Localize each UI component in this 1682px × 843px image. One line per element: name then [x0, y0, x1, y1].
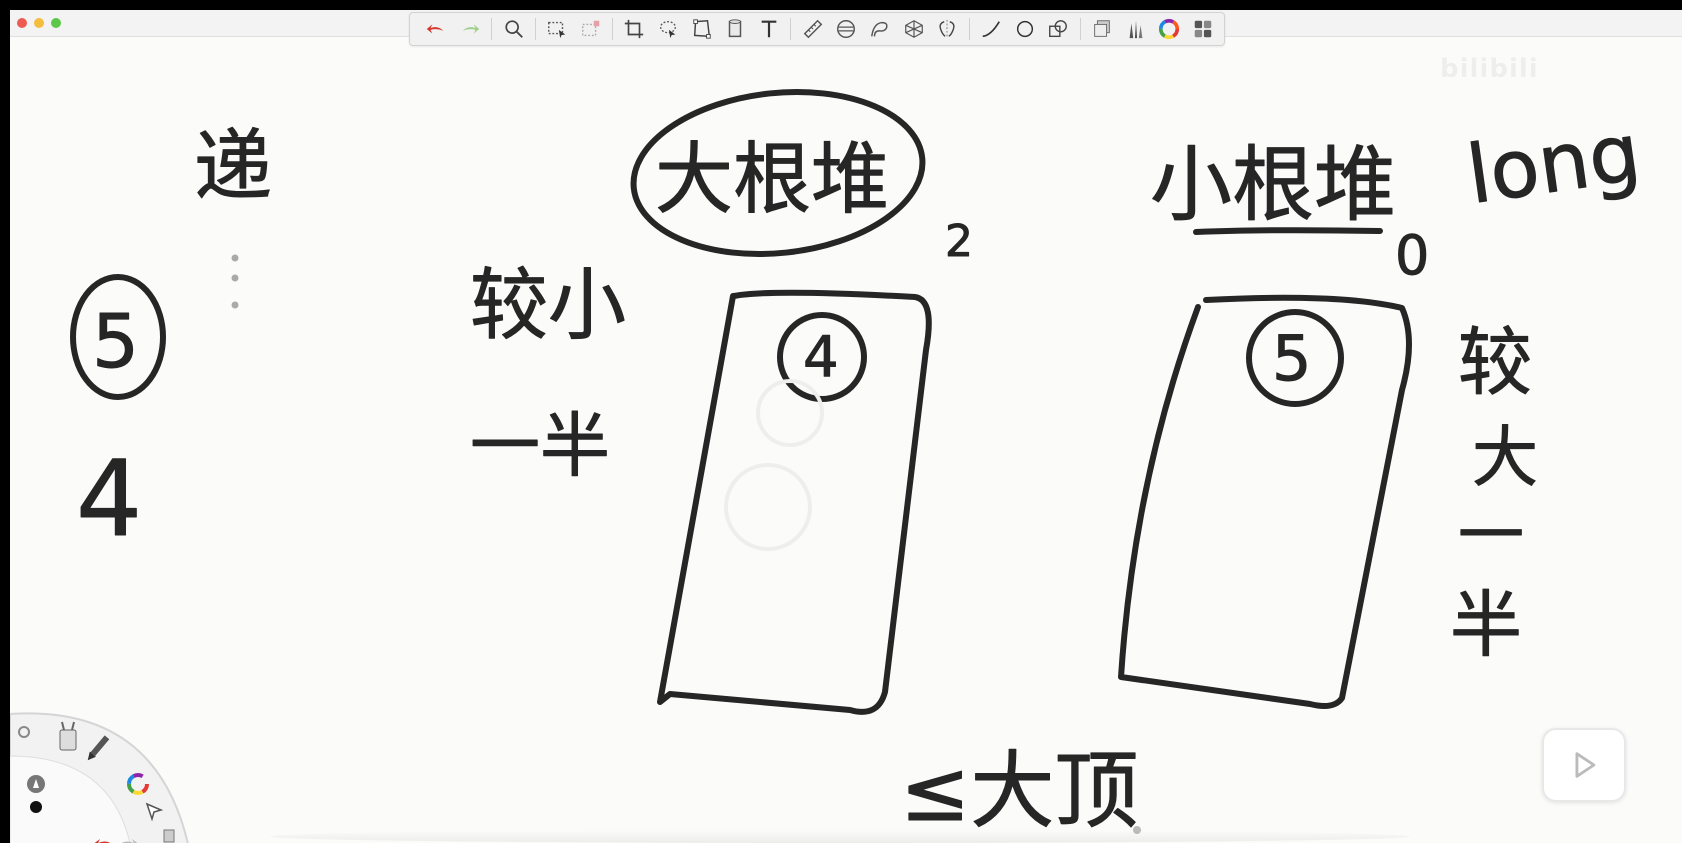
heap2-right-note-4: 半 [1450, 583, 1522, 667]
color-swatch-icon[interactable] [30, 801, 42, 813]
heap1-left-note-line1: 较小 [470, 261, 626, 351]
heap1-root-value: 4 [803, 325, 839, 390]
heap1-subscript: 2 [945, 216, 973, 267]
bilibili-watermark: bilibili [1440, 54, 1539, 84]
heap2-right-note-3: 一 [1458, 497, 1524, 574]
layers-icon[interactable] [163, 829, 175, 843]
heap2-root-value: 5 [1272, 322, 1311, 395]
ellipsis-dot [231, 274, 239, 282]
ellipsis-dot [231, 254, 239, 262]
heap1-left-note-line2: 一半 [470, 405, 610, 487]
heap2-title-underline [1193, 227, 1383, 235]
heap2-title: 小根堆 [1150, 138, 1396, 233]
heap2-right-note-2: 大 [1472, 419, 1538, 496]
ellipsis-dot [231, 301, 239, 309]
erased-circle-ghost [756, 379, 824, 447]
heap1-title: 大根堆 [655, 135, 889, 225]
handwriting-below-left: 4 [76, 438, 142, 560]
right-top-note: long [1462, 106, 1646, 222]
bottom-note: ≤大顶 [900, 742, 1138, 840]
heap2-subscript: 0 [1395, 224, 1429, 287]
pen-nib-icon[interactable] [27, 775, 45, 793]
drawing-app-window: 递 5 4 大根堆 2 较小 一半 4 小根堆 0 long 5 较 大 一 半… [10, 10, 1682, 843]
screen-frame: 递 5 4 大根堆 2 较小 一半 4 小根堆 0 long 5 较 大 一 半… [0, 0, 1682, 843]
player-bottom-shadow [270, 830, 1410, 843]
heap2-right-note-1: 较 [1458, 320, 1532, 406]
heap2-container [1118, 294, 1412, 709]
radial-brush-menu [10, 712, 189, 843]
video-play-button[interactable] [1542, 728, 1626, 802]
play-triangle-icon [1575, 752, 1596, 778]
handwriting-top-left: 递 [194, 122, 272, 212]
drawing-canvas[interactable]: 递 5 4 大根堆 2 较小 一半 4 小根堆 0 long 5 较 大 一 半… [10, 10, 1682, 843]
handwriting-circled-left: 5 [92, 299, 139, 385]
erased-circle-ghost [724, 463, 812, 551]
heap1-container [657, 289, 932, 715]
